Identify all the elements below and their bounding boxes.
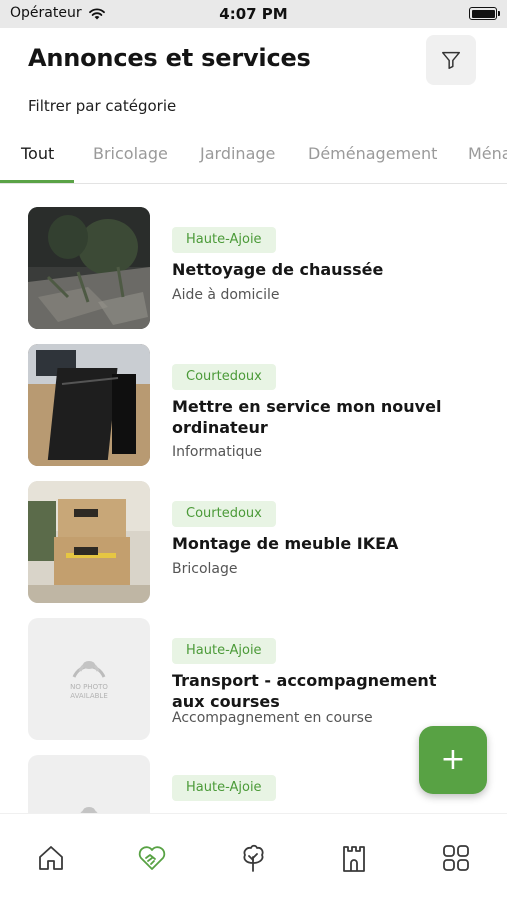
active-tab-indicator xyxy=(0,180,74,183)
castle-tower-icon xyxy=(343,846,365,872)
status-time: 4:07 PM xyxy=(219,5,288,23)
listing-category: Accompagnement en course xyxy=(172,710,373,726)
listing-category: Informatique xyxy=(172,444,262,460)
tab-tout[interactable]: Tout xyxy=(21,144,54,163)
nav-heritage[interactable] xyxy=(334,838,374,878)
listing-photo xyxy=(28,481,150,603)
list-item[interactable]: Courtedoux Montage de meuble IKEA Bricol… xyxy=(28,481,488,603)
status-bar: Opérateur 4:07 PM xyxy=(0,0,507,28)
list-item[interactable]: Haute-Ajoie Nettoyage de chaussée Aide à… xyxy=(28,207,488,329)
list-item[interactable]: Courtedoux Mettre en service mon nouvel … xyxy=(28,344,488,466)
placeholder-logo-icon xyxy=(72,661,106,678)
nav-services[interactable] xyxy=(132,838,172,878)
battery-icon xyxy=(469,7,500,20)
add-listing-button[interactable]: + xyxy=(419,726,487,794)
no-photo-text: NO PHOTO AVAILABLE xyxy=(70,683,108,700)
category-tabs: Tout Bricolage Jardinage Déménagement Mé… xyxy=(0,132,507,184)
page-title: Annonces et services xyxy=(28,44,311,72)
filter-button[interactable] xyxy=(426,35,476,85)
home-icon xyxy=(39,846,63,870)
tab-menage[interactable]: Ména xyxy=(468,144,507,163)
listing-photo-placeholder: NO PHOTO AVAILABLE xyxy=(28,618,150,740)
nav-more[interactable] xyxy=(436,838,476,878)
listing-photo-placeholder xyxy=(28,755,150,813)
plus-icon: + xyxy=(440,742,466,777)
listing-title: Nettoyage de chaussée xyxy=(172,260,384,279)
heart-handshake-icon xyxy=(138,846,166,870)
tab-bricolage[interactable]: Bricolage xyxy=(93,144,168,163)
listing-category: Aide à domicile xyxy=(172,287,280,303)
listing-title: Montage de meuble IKEA xyxy=(172,534,399,553)
location-badge: Haute-Ajoie xyxy=(172,227,276,253)
tree-icon xyxy=(243,844,264,872)
location-badge: Haute-Ajoie xyxy=(172,638,276,664)
bottom-navigation xyxy=(0,813,507,900)
filter-funnel-icon xyxy=(442,51,460,69)
location-badge: Courtedoux xyxy=(172,364,276,390)
listing-category: Bricolage xyxy=(172,561,238,577)
location-badge: Courtedoux xyxy=(172,501,276,527)
listing-title: Mettre en service mon nouvel ordinateur xyxy=(172,397,442,437)
grid-apps-icon xyxy=(443,845,469,871)
filter-category-label: Filtrer par catégorie xyxy=(28,97,177,115)
placeholder-logo-icon xyxy=(80,807,98,813)
tab-demenagement[interactable]: Déménagement xyxy=(308,144,437,163)
listing-photo xyxy=(28,344,150,466)
location-badge: Haute-Ajoie xyxy=(172,775,276,801)
nav-home[interactable] xyxy=(31,838,71,878)
listing-photo xyxy=(28,207,150,329)
listing-title: Transport - accompagnement aux courses xyxy=(172,671,437,711)
listings-list: Haute-Ajoie Nettoyage de chaussée Aide à… xyxy=(0,185,507,813)
list-item[interactable]: NO PHOTO AVAILABLE Haute-Ajoie Transport… xyxy=(28,618,488,740)
tab-jardinage[interactable]: Jardinage xyxy=(200,144,275,163)
nav-nature[interactable] xyxy=(233,838,273,878)
